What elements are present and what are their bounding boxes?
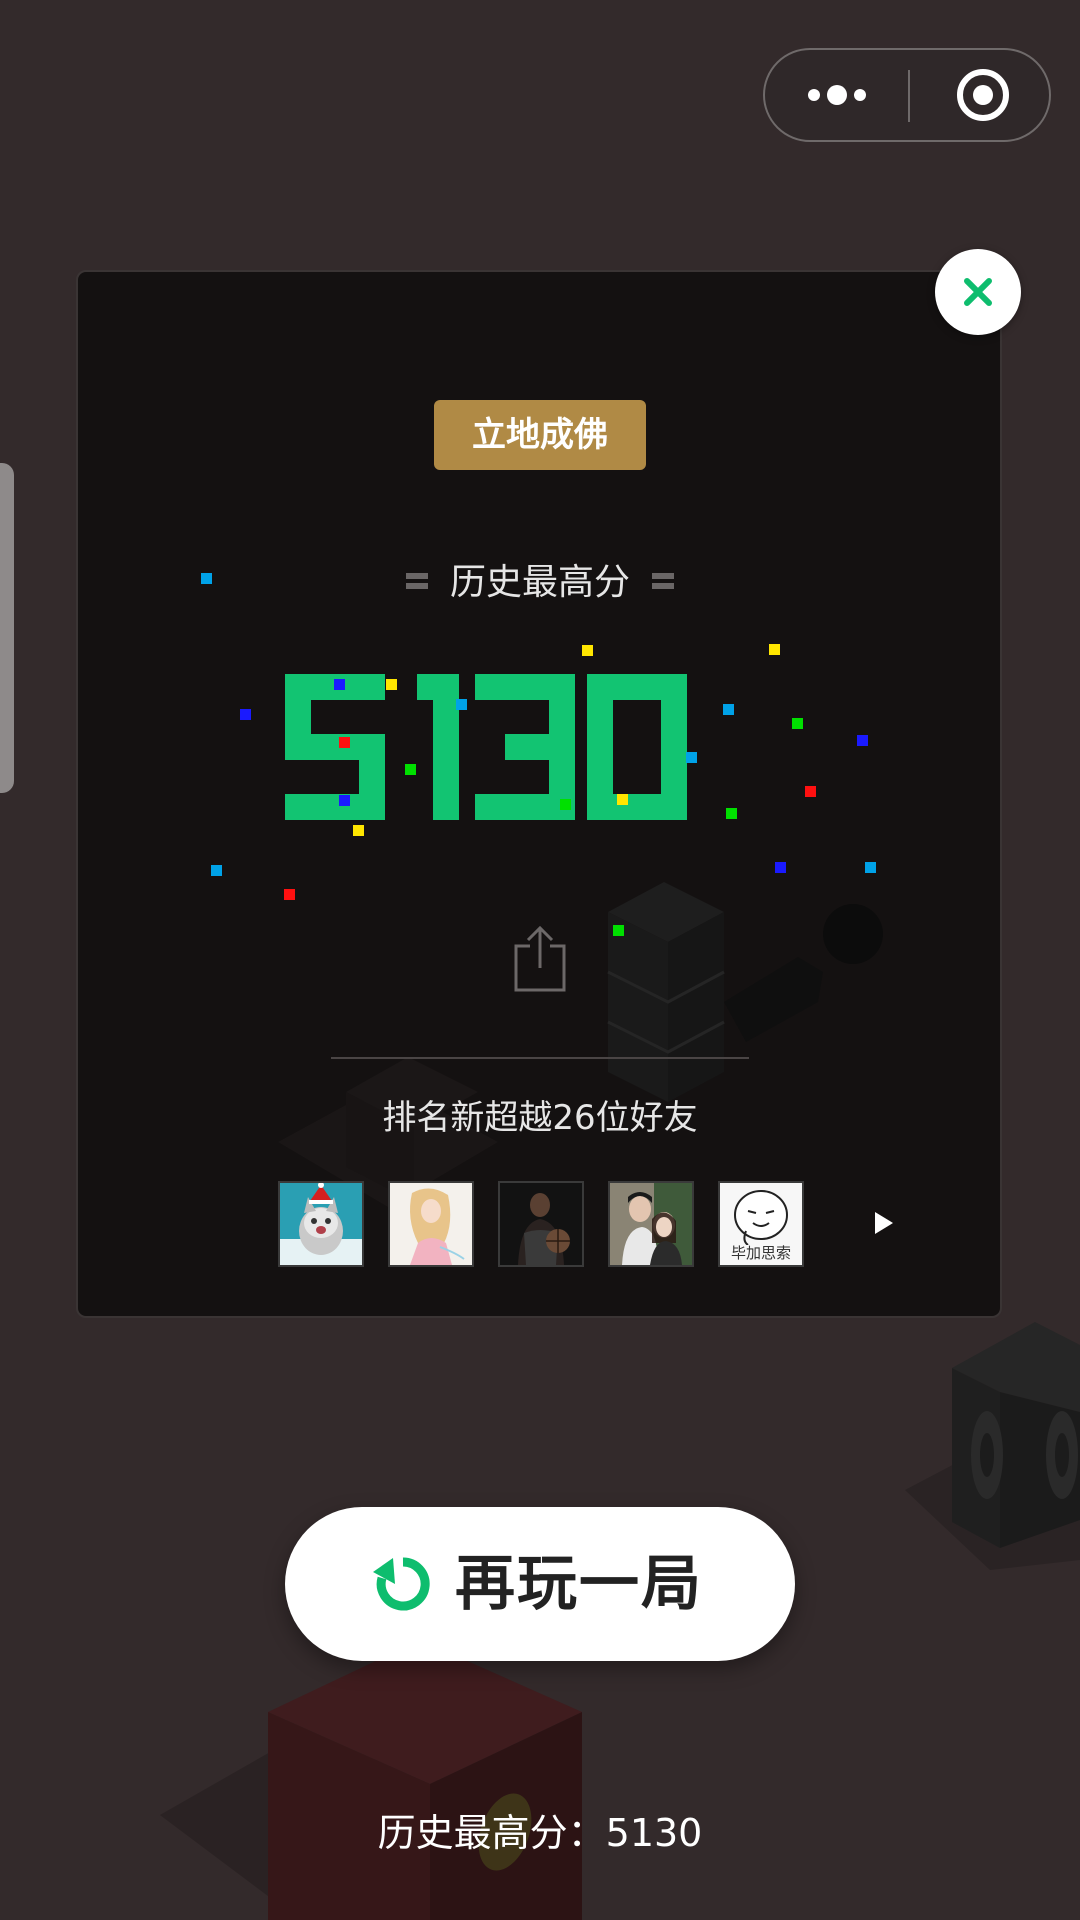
mini-program-capsule — [763, 48, 1051, 142]
surpass-friends-text: 排名新超越26位好友 — [382, 1098, 698, 1138]
share-icon — [514, 925, 566, 992]
friend-avatar-4[interactable] — [608, 1181, 694, 1267]
illustrated-girl-avatar-image — [390, 1183, 472, 1265]
best-score-heading: 历史最高分 — [340, 558, 740, 608]
next-arrow-icon[interactable] — [873, 1210, 895, 1236]
target-circle-icon — [957, 69, 1009, 121]
refresh-icon — [373, 1557, 430, 1611]
close-button[interactable] — [935, 249, 1021, 335]
divider-line — [331, 1057, 749, 1059]
side-drawer-handle[interactable] — [0, 463, 14, 793]
meme-avatar-caption: 毕加思索 — [730, 1244, 791, 1262]
couple-avatar-image — [610, 1183, 692, 1265]
friend-avatar-3[interactable] — [498, 1181, 584, 1267]
decor-dash-right — [652, 571, 674, 591]
footer-best-score: 历史最高分：5130 — [377, 1811, 703, 1855]
replay-button-label: 再玩一局 — [455, 1549, 703, 1619]
replay-button[interactable]: 再玩一局 — [285, 1507, 795, 1661]
more-button[interactable] — [765, 50, 908, 140]
best-score-label: 历史最高分 — [449, 562, 630, 603]
friend-avatar-5[interactable]: 毕加思索 — [718, 1181, 804, 1267]
basketball-player-avatar-image — [500, 1183, 582, 1265]
decor-dash-left — [405, 571, 428, 591]
more-dots-icon — [808, 85, 866, 105]
share-button[interactable] — [508, 924, 572, 996]
friend-avatar-1[interactable] — [278, 1181, 364, 1267]
rank-title-badge: 立地成佛 — [434, 400, 646, 470]
exit-button[interactable] — [910, 50, 1051, 140]
kitten-avatar-image — [280, 1183, 362, 1265]
close-icon — [964, 278, 992, 306]
friend-avatar-2[interactable] — [388, 1181, 474, 1267]
